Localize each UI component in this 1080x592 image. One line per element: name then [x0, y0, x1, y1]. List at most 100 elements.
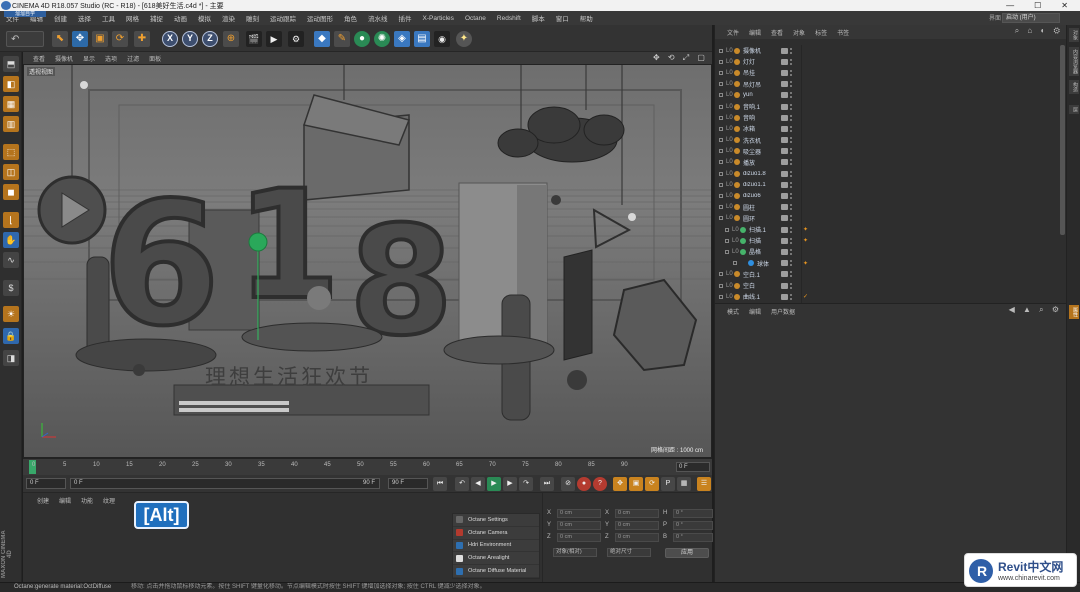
render-settings-icon[interactable]: ⚙ — [288, 31, 304, 47]
om-menu-view[interactable]: 查看 — [771, 28, 783, 37]
editor-render-dots-icon[interactable] — [790, 282, 792, 289]
octane-arealight-item[interactable]: Octane Arealight — [453, 552, 539, 566]
menu-character[interactable]: 角色 — [344, 13, 357, 23]
edges-mode-icon[interactable]: ◫ — [3, 164, 19, 180]
snap-toggle-icon[interactable]: ∿ — [3, 252, 19, 268]
object-row[interactable]: L0 曲线.1 ✓ — [715, 291, 1058, 302]
editor-render-dots-icon[interactable] — [790, 293, 792, 300]
autokey-icon[interactable]: ? — [593, 477, 607, 491]
coordinate-system-icon[interactable]: ⊕ — [223, 31, 239, 47]
z-axis-lock-icon[interactable]: Z — [202, 31, 218, 47]
editor-render-dots-icon[interactable] — [790, 226, 792, 233]
object-row[interactable]: L0 音响 — [715, 112, 1058, 123]
expand-toggle-icon[interactable] — [719, 283, 723, 288]
object-row[interactable]: L0 dizuo1.1 — [715, 179, 1058, 190]
deformer-icon[interactable]: ◈ — [394, 31, 410, 47]
visibility-toggle-icon[interactable] — [781, 260, 788, 267]
current-frame-field[interactable]: 0 F — [676, 462, 710, 472]
menu-mograph[interactable]: 运动图形 — [307, 13, 333, 23]
object-row[interactable]: L0 圆柱 — [715, 202, 1058, 213]
editor-render-dots-icon[interactable] — [790, 148, 792, 155]
object-row[interactable]: L0 空白.1 — [715, 269, 1058, 280]
make-editable-icon[interactable]: ⬒ — [3, 56, 19, 72]
expand-toggle-icon[interactable] — [725, 249, 729, 254]
viewport-menu-panel[interactable]: 面板 — [149, 54, 161, 63]
key-rotation-icon[interactable]: ⟳ — [645, 477, 659, 491]
undo-button[interactable]: ↶ — [6, 31, 44, 47]
editor-render-dots-icon[interactable] — [790, 193, 792, 200]
editor-render-dots-icon[interactable] — [790, 69, 792, 76]
menu-simulate[interactable]: 模拟 — [198, 13, 211, 23]
tab-objects[interactable]: 对象 — [1069, 28, 1079, 42]
hdri-environment-item[interactable]: Hdri Environment — [453, 540, 539, 553]
size-mode-dropdown[interactable]: 绝对尺寸 — [607, 548, 651, 557]
subdivision-surface-icon[interactable]: ● — [354, 31, 370, 47]
editor-render-dots-icon[interactable] — [790, 248, 792, 255]
viewport-menu-view[interactable]: 查看 — [33, 54, 45, 63]
key-scale-icon[interactable]: ▣ — [629, 477, 643, 491]
x-axis-lock-icon[interactable]: X — [162, 31, 178, 47]
editor-render-dots-icon[interactable] — [790, 271, 792, 278]
visibility-toggle-icon[interactable] — [781, 114, 788, 121]
menu-sculpt[interactable]: 雕刻 — [246, 13, 259, 23]
key-position-icon[interactable]: ✥ — [613, 477, 627, 491]
close-button[interactable]: ✕ — [1061, 1, 1068, 10]
object-row[interactable]: L0 吊灯吊 — [715, 79, 1058, 90]
editor-render-dots-icon[interactable] — [790, 170, 792, 177]
viewport-menu-display[interactable]: 显示 — [83, 54, 95, 63]
expand-toggle-icon[interactable] — [725, 227, 729, 232]
expand-toggle-icon[interactable] — [719, 194, 723, 199]
visibility-toggle-icon[interactable] — [781, 148, 788, 155]
snap-settings-icon[interactable]: $ — [3, 280, 19, 296]
visibility-toggle-icon[interactable] — [781, 181, 788, 188]
object-row[interactable]: L0 吸尘器 — [715, 146, 1058, 157]
menu-window[interactable]: 窗口 — [556, 13, 569, 23]
menu-create[interactable]: 创建 — [54, 13, 67, 23]
tweak-mode-icon[interactable]: ✋ — [3, 232, 19, 248]
object-tag-icon[interactable]: ✦ — [803, 226, 808, 233]
attr-header-icons[interactable]: ◀ ▲ ⌕ ⚙ — [1009, 305, 1062, 315]
object-row[interactable]: L0 dizuo6 — [715, 190, 1058, 201]
expand-toggle-icon[interactable] — [719, 70, 723, 75]
expand-toggle-icon[interactable] — [719, 171, 723, 176]
editor-render-dots-icon[interactable] — [790, 215, 792, 222]
rotation-h-field[interactable]: 0 ° — [673, 509, 713, 518]
go-to-end-icon[interactable]: ⏭ — [540, 477, 554, 491]
expand-toggle-icon[interactable] — [719, 126, 723, 131]
om-menu-edit[interactable]: 编辑 — [749, 28, 761, 37]
editor-render-dots-icon[interactable] — [790, 181, 792, 188]
polygons-mode-icon[interactable]: ◼ — [3, 184, 19, 200]
rotation-p-field[interactable]: 0 ° — [673, 521, 713, 530]
om-menu-objects[interactable]: 对象 — [793, 28, 805, 37]
expand-toggle-icon[interactable] — [719, 149, 723, 154]
object-row[interactable]: L0 扫描 ✦ — [715, 235, 1058, 246]
object-tag-icon[interactable]: ✦ — [803, 237, 808, 244]
expand-toggle-icon[interactable] — [719, 48, 723, 53]
expand-toggle-icon[interactable] — [733, 261, 737, 266]
viewport-menu-options[interactable]: 选项 — [105, 54, 117, 63]
menu-plugins[interactable]: 插件 — [399, 13, 412, 23]
menu-mesh[interactable]: 网格 — [126, 13, 139, 23]
preview-range-slider[interactable]: 0 F — [70, 478, 380, 489]
editor-render-dots-icon[interactable] — [790, 237, 792, 244]
attr-menu-edit[interactable]: 编辑 — [749, 307, 761, 316]
visibility-toggle-icon[interactable] — [781, 170, 788, 177]
editor-render-dots-icon[interactable] — [790, 58, 792, 65]
menu-render[interactable]: 渲染 — [222, 13, 235, 23]
object-row[interactable]: L0 摄像机 — [715, 45, 1058, 56]
material-menu-create[interactable]: 创建 — [37, 496, 49, 505]
sculpt-mode-icon[interactable]: ☀ — [3, 306, 19, 322]
start-frame-field[interactable]: 0 F — [26, 478, 66, 489]
object-tag-icon[interactable]: ✦ — [803, 260, 808, 267]
editor-render-dots-icon[interactable] — [790, 125, 792, 132]
menu-animate[interactable]: 动画 — [174, 13, 187, 23]
menu-pipeline[interactable]: 流水线 — [368, 13, 388, 23]
move-tool-icon[interactable]: ✥ — [72, 31, 88, 47]
visibility-toggle-icon[interactable] — [781, 92, 788, 99]
object-row[interactable]: L0 灯灯 — [715, 56, 1058, 67]
editor-render-dots-icon[interactable] — [790, 114, 792, 121]
menu-octane[interactable]: Octane — [465, 15, 486, 22]
visibility-toggle-icon[interactable] — [781, 271, 788, 278]
timeline-ruler[interactable]: 0 5 10 15 20 25 30 35 40 45 50 55 60 65 … — [23, 458, 712, 475]
object-row[interactable]: L0 dizuo1.8 — [715, 168, 1058, 179]
